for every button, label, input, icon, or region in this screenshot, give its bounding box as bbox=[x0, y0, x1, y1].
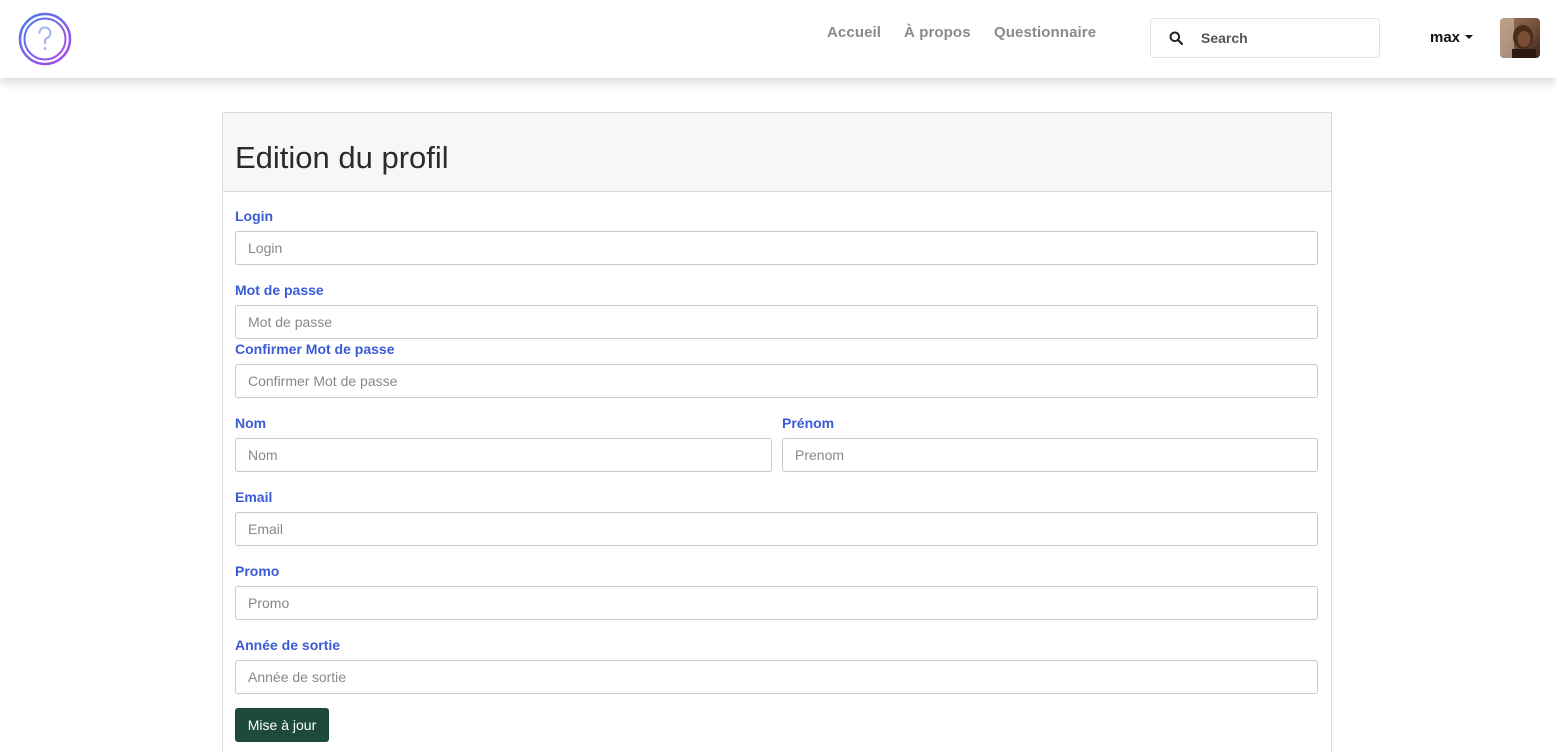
email-input[interactable] bbox=[235, 512, 1318, 546]
avatar[interactable] bbox=[1500, 18, 1540, 58]
logo-icon[interactable] bbox=[18, 12, 72, 66]
user-photo-icon bbox=[1500, 18, 1540, 58]
promo-label: Promo bbox=[235, 563, 280, 579]
promo-input[interactable] bbox=[235, 586, 1318, 620]
search-box bbox=[1150, 18, 1380, 58]
profile-edit-card: Edition du profil Login Mot de passe Con… bbox=[222, 112, 1332, 752]
login-label: Login bbox=[235, 208, 274, 224]
password-input[interactable] bbox=[235, 305, 1318, 339]
first-name-input[interactable] bbox=[782, 438, 1318, 472]
nav-link-about[interactable]: À propos bbox=[904, 24, 971, 41]
confirm-password-input[interactable] bbox=[235, 364, 1318, 398]
card-header: Edition du profil bbox=[223, 113, 1331, 192]
page-title: Edition du profil bbox=[235, 140, 449, 175]
login-input[interactable] bbox=[235, 231, 1318, 265]
last-name-label: Nom bbox=[235, 415, 267, 431]
user-dropdown[interactable]: max bbox=[1430, 29, 1474, 46]
search-icon[interactable] bbox=[1169, 31, 1183, 45]
caret-down-icon bbox=[1465, 35, 1474, 39]
last-name-input[interactable] bbox=[235, 438, 772, 472]
password-label: Mot de passe bbox=[235, 282, 324, 298]
graduation-year-input[interactable] bbox=[235, 660, 1318, 694]
update-button[interactable]: Mise à jour bbox=[235, 708, 329, 742]
top-navbar: Accueil À propos Questionnaire max bbox=[0, 0, 1556, 78]
email-label: Email bbox=[235, 489, 273, 505]
nav-link-questionnaire[interactable]: Questionnaire bbox=[994, 24, 1096, 41]
graduation-year-label: Année de sortie bbox=[235, 637, 341, 653]
nav-link-home[interactable]: Accueil bbox=[827, 24, 881, 41]
first-name-label: Prénom bbox=[782, 415, 835, 431]
user-name: max bbox=[1430, 29, 1461, 46]
search-input[interactable] bbox=[1201, 19, 1371, 57]
confirm-password-label: Confirmer Mot de passe bbox=[235, 341, 395, 357]
